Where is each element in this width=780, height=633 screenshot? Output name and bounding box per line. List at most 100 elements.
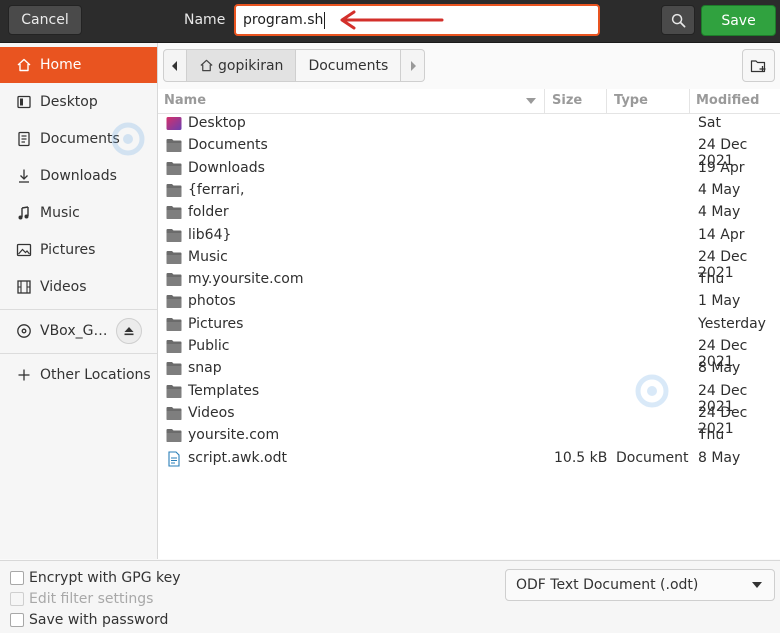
file-modified: Thu <box>698 271 725 288</box>
file-row[interactable]: folder 4 May <box>158 202 780 224</box>
file-name: photos <box>188 293 236 310</box>
folder-icon <box>166 228 182 243</box>
file-modified: Thu <box>698 427 725 444</box>
file-row[interactable]: {ferrari, 4 May <box>158 180 780 202</box>
dropdown-arrow-icon <box>752 582 762 588</box>
sidebar-item-label: Other Locations <box>40 367 151 383</box>
file-modified: Yesterday <box>698 315 766 332</box>
sidebar-item-label: Pictures <box>40 242 96 258</box>
folder-icon <box>166 384 182 399</box>
text-caret <box>324 11 326 29</box>
create-folder-button[interactable] <box>742 49 775 82</box>
file-name: my.yoursite.com <box>188 271 304 288</box>
folder-icon <box>166 161 182 176</box>
encrypt-gpg-checkbox[interactable]: Encrypt with GPG key <box>10 570 181 586</box>
sidebar-item-other-locations[interactable]: Other Locations <box>0 357 157 393</box>
sidebar-item-label: Music <box>40 205 80 221</box>
file-name: Pictures <box>188 315 244 332</box>
checkbox-label: Save with password <box>29 612 169 628</box>
chevron-left-icon <box>172 60 177 71</box>
file-row[interactable]: script.awk.odt 10.5 kB Document 8 May <box>158 448 780 470</box>
file-name: Documents <box>188 137 268 154</box>
path-segment-documents[interactable]: Documents <box>296 49 402 82</box>
sidebar-item-downloads[interactable]: Downloads <box>0 158 157 194</box>
file-row[interactable]: Downloads 19 Apr <box>158 158 780 180</box>
file-row[interactable]: my.yoursite.com Thu <box>158 269 780 291</box>
sidebar-item-label: Desktop <box>40 94 98 110</box>
checkbox-box[interactable] <box>10 571 24 585</box>
column-header-name[interactable]: Name <box>164 93 206 108</box>
file-name: lib64} <box>188 226 232 243</box>
sidebar-item-desktop[interactable]: Desktop <box>0 84 157 120</box>
folder-icon <box>166 361 182 376</box>
file-row[interactable]: Pictures Yesterday <box>158 314 780 336</box>
path-segment-home[interactable]: gopikiran <box>187 49 297 82</box>
file-name: {ferrari, <box>188 181 245 198</box>
save-button[interactable]: Save <box>701 5 776 36</box>
sidebar-item-label: VBox_G… <box>40 323 108 339</box>
file-row[interactable]: Documents 24 Dec 2021 <box>158 135 780 169</box>
sidebar-item-label: Videos <box>40 279 87 295</box>
file-row[interactable]: Desktop Sat <box>158 113 780 135</box>
file-name: Music <box>188 248 228 265</box>
path-scroll-left-button[interactable] <box>163 49 187 82</box>
path-segment-label: gopikiran <box>218 57 284 74</box>
plus-icon <box>16 367 32 383</box>
document-icon <box>166 450 182 467</box>
file-modified: 4 May <box>698 204 741 221</box>
checkbox-label: Encrypt with GPG key <box>29 570 181 586</box>
folder-icon <box>166 183 182 198</box>
path-scroll-right-button[interactable] <box>401 49 426 82</box>
save-with-password-checkbox[interactable]: Save with password <box>10 612 168 628</box>
file-list[interactable]: Name Size Type Modified Desktop Sat Docume… <box>111 89 780 559</box>
eject-button[interactable] <box>116 318 142 344</box>
folder-icon <box>166 250 182 265</box>
file-modified: 8 May <box>698 449 741 466</box>
eject-icon <box>124 327 134 336</box>
column-header-modified[interactable]: Modified <box>696 93 759 108</box>
filename-input-value: program.sh <box>243 12 324 28</box>
name-label: Name <box>184 12 226 28</box>
sidebar-item-pictures[interactable]: Pictures <box>0 232 157 268</box>
column-header-type[interactable]: Type <box>614 93 648 108</box>
folder-icon <box>166 339 182 354</box>
new-folder-icon <box>750 59 765 72</box>
checkbox-box[interactable] <box>10 613 24 627</box>
filter-select-value: ODF Text Document (.odt) <box>516 577 699 593</box>
file-type-filter-select[interactable]: ODF Text Document (.odt) <box>505 569 775 601</box>
file-modified: 1 May <box>698 293 741 310</box>
sidebar-item-videos[interactable]: Videos <box>0 269 157 305</box>
search-button[interactable] <box>661 5 695 35</box>
file-modified: 19 Apr <box>698 159 745 176</box>
watermark-logo-icon <box>111 122 145 156</box>
file-size: 10.5 kB <box>554 449 608 466</box>
folder-icon <box>166 317 182 332</box>
file-name: script.awk.odt <box>188 449 287 466</box>
download-icon <box>16 168 32 184</box>
file-row[interactable]: Music 24 Dec 2021 <box>158 247 780 281</box>
pictures-icon <box>16 242 32 258</box>
sidebar-item-music[interactable]: Music <box>0 195 157 231</box>
column-header-size[interactable]: Size <box>552 93 582 108</box>
file-name: Downloads <box>188 159 265 176</box>
chevron-right-icon <box>410 60 416 71</box>
sort-descending-icon[interactable] <box>526 98 536 105</box>
file-row[interactable]: Public 24 Dec 2021 <box>158 336 780 370</box>
sidebar-item-home[interactable]: Home <box>0 47 157 83</box>
file-row[interactable]: lib64} 14 Apr <box>158 225 780 247</box>
file-name: Public <box>188 338 230 354</box>
column-divider <box>606 89 607 113</box>
dialog-headerbar: Cancel Name program.sh Save <box>0 0 780 43</box>
file-row[interactable]: photos 1 May <box>158 291 780 313</box>
watermark-logo-icon <box>635 374 669 408</box>
sidebar-item-label: Downloads <box>40 168 117 184</box>
file-modified: 8 May <box>698 360 741 377</box>
folder-icon <box>166 138 182 153</box>
file-list-header: Name Size Type Modified <box>158 89 780 114</box>
cancel-button[interactable]: Cancel <box>8 5 82 35</box>
checkbox-box <box>10 592 24 606</box>
folder-icon <box>166 272 182 287</box>
edit-filter-settings-checkbox: Edit filter settings <box>10 591 153 607</box>
sidebar-item-label: Home <box>40 57 82 73</box>
file-row[interactable]: yoursite.com Thu <box>158 425 780 447</box>
